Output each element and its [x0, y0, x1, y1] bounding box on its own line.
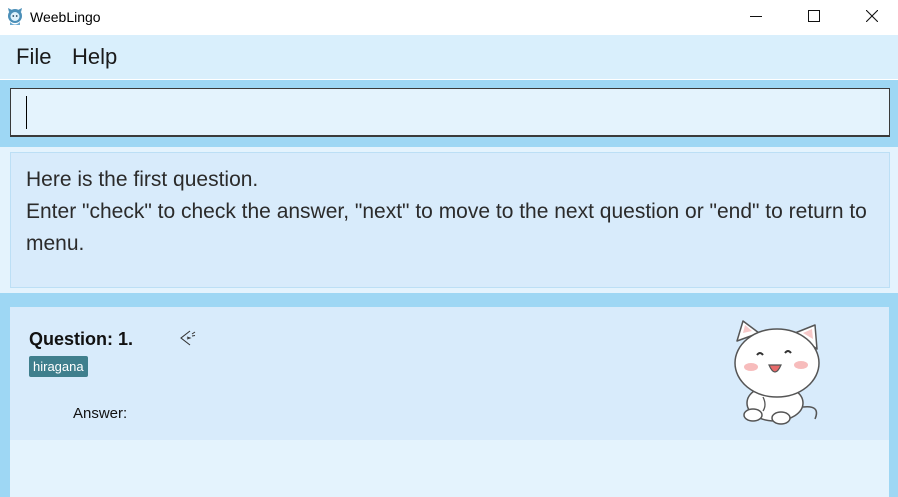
cat-mascot-image: [734, 320, 820, 425]
result-line: Here is the first question.: [26, 168, 259, 191]
maximize-icon: [808, 10, 820, 22]
menu-help[interactable]: Help: [72, 44, 117, 70]
question-list: Question: 1. hiragana Answer:: [10, 307, 889, 497]
command-input[interactable]: [10, 88, 890, 137]
title-bar: WeebLingo: [0, 0, 898, 35]
minimize-icon: [750, 16, 762, 17]
question-title: Question: 1.: [29, 329, 134, 349]
maximize-button[interactable]: [785, 0, 843, 33]
close-icon: [866, 10, 878, 22]
minimize-button[interactable]: [727, 0, 785, 33]
answer-label: Answer:: [73, 405, 128, 422]
menu-file[interactable]: File: [16, 44, 51, 70]
result-text: Here is the first question. Enter "check…: [26, 164, 876, 260]
text-caret: [26, 96, 27, 129]
result-line: Enter "check" to check the answer, "next…: [26, 200, 867, 255]
menu-bar: File Help: [0, 35, 898, 79]
question-card: Question: 1. hiragana Answer:: [10, 307, 889, 440]
window-title: WeebLingo: [30, 9, 101, 25]
category-tag: hiragana: [29, 356, 88, 377]
weeblingo-app-icon: [8, 8, 22, 25]
speaker-icon[interactable]: [180, 329, 196, 347]
close-button[interactable]: [843, 0, 898, 33]
result-display: Here is the first question. Enter "check…: [10, 152, 890, 288]
